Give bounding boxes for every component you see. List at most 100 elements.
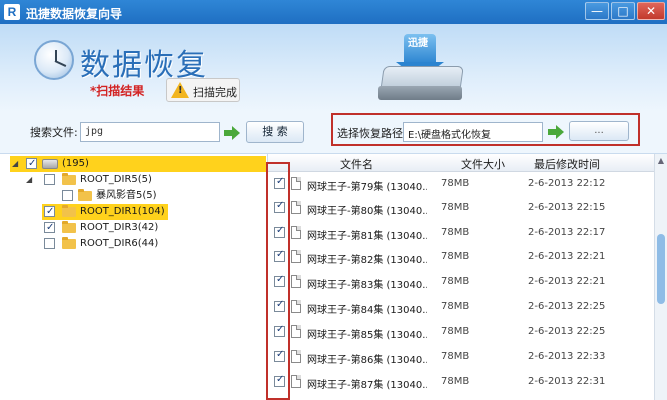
collapse-triangle-icon[interactable]: ◢ (26, 172, 32, 188)
header-banner: 数据恢复 *扫描结果 ! 扫描完成 迅捷 (0, 24, 667, 112)
file-size: 78MB (441, 178, 470, 189)
tree-checkbox[interactable] (62, 190, 73, 201)
tree-item-label: ROOT_DIR6(44) (80, 238, 159, 249)
file-modified: 2-6-2013 22:31 (528, 376, 606, 387)
file-modified: 2-6-2013 22:15 (528, 202, 606, 213)
scan-done-badge: ! 扫描完成 (166, 78, 240, 102)
recovery-path-label: 选择恢复路径 (337, 127, 403, 140)
file-name: 网球王子-第81集 (13040... (307, 231, 427, 242)
file-modified: 2-6-2013 22:12 (528, 178, 606, 189)
search-button[interactable]: 搜 索 (246, 121, 304, 143)
file-size: 78MB (441, 326, 470, 337)
tree-item[interactable]: ROOT_DIR1(104) (42, 204, 168, 220)
file-name: 网球王子-第80集 (13040... (307, 206, 427, 217)
file-row[interactable]: 网球王子-第87集 (13040... 78MB 2-6-2013 22:31 (268, 370, 654, 394)
document-icon (291, 350, 301, 363)
folder-icon (62, 221, 76, 233)
document-icon (291, 375, 301, 388)
title-bar: R 迅捷数据恢复向导 — □ ✕ (0, 0, 667, 24)
scroll-up-icon[interactable]: ▲ (656, 156, 666, 166)
file-row[interactable]: 网球王子-第79集 (13040... 78MB 2-6-2013 22:12 (268, 172, 654, 196)
file-row[interactable]: 网球王子-第86集 (13040... 78MB 2-6-2013 22:33 (268, 345, 654, 369)
tree-item[interactable]: 暴风影音5(5) (10, 188, 266, 204)
folder-tree: ◢ (195) ◢ ROOT_DIR5(5) 暴风影音5(5) ROOT_DIR… (8, 154, 268, 400)
file-name: 网球王子-第85集 (13040... (307, 330, 427, 341)
tree-item[interactable]: ROOT_DIR3(42) (42, 220, 262, 236)
folder-icon (62, 205, 76, 217)
close-button[interactable]: ✕ (637, 2, 665, 20)
scroll-thumb[interactable] (657, 234, 665, 304)
file-name: 网球王子-第83集 (13040... (307, 280, 427, 291)
tree-item[interactable]: ◢ ROOT_DIR5(5) (10, 172, 266, 188)
app-logo-icon: R (4, 4, 20, 20)
file-name: 网球王子-第82集 (13040... (307, 255, 427, 266)
file-size: 78MB (441, 376, 470, 387)
search-label: 搜索文件: (30, 126, 78, 139)
file-modified: 2-6-2013 22:21 (528, 276, 606, 287)
file-row[interactable]: 网球王子-第84集 (13040... 78MB 2-6-2013 22:25 (268, 295, 654, 319)
scan-done-text: 扫描完成 (193, 86, 237, 99)
document-icon (291, 325, 301, 338)
file-modified: 2-6-2013 22:33 (528, 351, 606, 362)
arrow-right-icon (548, 125, 564, 139)
window-title: 迅捷数据恢复向导 (26, 7, 123, 21)
document-icon (291, 201, 301, 214)
tree-item-root[interactable]: ◢ (195) (10, 156, 266, 172)
file-row[interactable]: 网球王子-第83集 (13040... 78MB 2-6-2013 22:21 (268, 270, 654, 294)
hard-drive-icon: 迅捷 (376, 32, 466, 106)
vertical-scrollbar[interactable]: ▲ (654, 154, 667, 400)
scan-result-label: *扫描结果 (90, 84, 145, 98)
tree-item-label: ROOT_DIR5(5) (80, 174, 152, 185)
hdd-label: 迅捷 (408, 38, 428, 49)
file-size: 78MB (441, 351, 470, 362)
file-modified: 2-6-2013 22:21 (528, 251, 606, 262)
file-name: 网球王子-第79集 (13040... (307, 182, 427, 193)
column-header-name[interactable]: 文件名 (340, 156, 373, 172)
column-header-modified[interactable]: 最后修改时间 (534, 156, 600, 172)
document-icon (291, 275, 301, 288)
warning-icon: ! (171, 82, 189, 98)
file-row[interactable]: 网球王子-第85集 (13040... 78MB 2-6-2013 22:25 (268, 320, 654, 344)
folder-icon (78, 189, 92, 201)
checkbox-column-highlight (266, 162, 290, 400)
tree-item[interactable]: ROOT_DIR6(44) (42, 236, 262, 252)
file-modified: 2-6-2013 22:25 (528, 326, 606, 337)
file-row[interactable]: 网球王子-第80集 (13040... 78MB 2-6-2013 22:15 (268, 196, 654, 220)
file-name: 网球王子-第84集 (13040... (307, 305, 427, 316)
tree-item-label: ROOT_DIR3(42) (80, 222, 159, 233)
browse-button[interactable]: ... (569, 121, 629, 141)
tree-checkbox[interactable] (26, 156, 37, 172)
file-size: 78MB (441, 227, 470, 238)
file-list-header: 文件名 文件大小 最后修改时间 (268, 154, 654, 172)
minimize-button[interactable]: — (585, 2, 609, 20)
maximize-button[interactable]: □ (611, 2, 635, 20)
file-row[interactable]: 网球王子-第81集 (13040... 78MB 2-6-2013 22:17 (268, 221, 654, 245)
tree-checkbox[interactable] (44, 238, 55, 249)
tree-checkbox[interactable] (44, 220, 55, 236)
document-icon (291, 250, 301, 263)
file-row[interactable]: 网球王子-第82集 (13040... 78MB 2-6-2013 22:21 (268, 245, 654, 269)
file-name: 网球王子-第86集 (13040... (307, 355, 427, 366)
tree-checkbox[interactable] (44, 204, 55, 220)
recovery-path-input[interactable]: E:\硬盘格式化恢复 (403, 122, 543, 142)
file-list: 文件名 文件大小 最后修改时间 网球王子-第79集 (13040... 78MB… (268, 154, 654, 400)
tree-item-label: ROOT_DIR1(104) (80, 206, 165, 217)
file-size: 78MB (441, 276, 470, 287)
file-modified: 2-6-2013 22:17 (528, 227, 606, 238)
column-header-size[interactable]: 文件大小 (461, 156, 505, 172)
search-input[interactable]: jpg (80, 122, 220, 142)
tree-checkbox[interactable] (44, 174, 55, 185)
folder-icon (62, 237, 76, 249)
file-name: 网球王子-第87集 (13040... (307, 380, 427, 391)
collapse-triangle-icon[interactable]: ◢ (12, 156, 18, 172)
file-size: 78MB (441, 301, 470, 312)
tree-item-label: 暴风影音5(5) (96, 190, 157, 201)
folder-icon (62, 173, 76, 185)
drive-icon (42, 159, 58, 169)
document-icon (291, 300, 301, 313)
document-icon (291, 177, 301, 190)
document-icon (291, 226, 301, 239)
file-size: 78MB (441, 251, 470, 262)
file-modified: 2-6-2013 22:25 (528, 301, 606, 312)
file-size: 78MB (441, 202, 470, 213)
